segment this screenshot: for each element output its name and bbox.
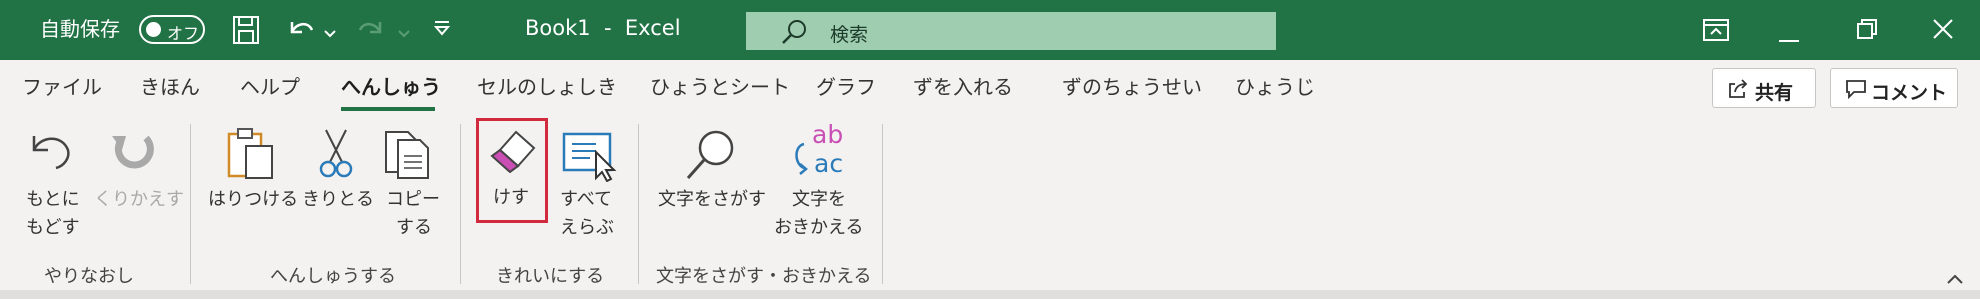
undo-dropdown-icon[interactable] (324, 24, 336, 43)
undo-icon[interactable] (284, 14, 316, 48)
ribbon-tab-row: ファイル きほん ヘルプ へんしゅう セルのしょしき ひょうとシート グラフ ず… (0, 60, 1980, 118)
share-icon (1727, 79, 1749, 103)
magnifier-icon (682, 128, 738, 186)
redo-button: くりかえす (94, 118, 184, 248)
autosave-toggle[interactable]: オフ (139, 15, 205, 44)
autosave-state: オフ (167, 24, 200, 43)
paste-label: はりつける (208, 189, 299, 210)
copy-label-1: コピー (386, 189, 440, 210)
replace-label-1: 文字を (792, 189, 846, 210)
tab-home[interactable]: きほん (140, 77, 200, 97)
select-all-label-1: すべて (560, 189, 613, 210)
search-icon (780, 19, 808, 49)
select-all-label-2: えらぶ (560, 217, 614, 238)
tab-insert-shape[interactable]: ずを入れる (913, 77, 1013, 97)
group-label-clean: きれいにする (496, 266, 605, 287)
autosave-label: 自動保存 (40, 17, 120, 41)
undo-button[interactable]: もとに もどす (14, 118, 88, 248)
group-separator (190, 124, 191, 284)
tab-edit[interactable]: へんしゅう (341, 77, 441, 97)
replace-icon-text-top: ab (812, 120, 844, 149)
tab-file[interactable]: ファイル (22, 77, 102, 97)
paste-button[interactable]: はりつける (208, 118, 298, 248)
tab-chart[interactable]: グラフ (816, 77, 876, 97)
cut-label: きりとる (302, 189, 374, 210)
restore-icon[interactable] (1856, 18, 1878, 44)
group-separator (460, 124, 461, 284)
replace-label-2: おきかえる (774, 217, 864, 238)
collapse-ribbon-icon[interactable] (1946, 270, 1964, 289)
select-all-icon (562, 132, 618, 186)
undo-label-2: もどす (26, 217, 80, 238)
replace-icon-text-bottom: ac (814, 149, 844, 178)
toggle-knob (146, 22, 161, 37)
group-separator (882, 124, 883, 284)
comment-label: コメント (1871, 82, 1948, 104)
ribbon-bottom-edge (0, 290, 1980, 299)
undo-large-icon (26, 128, 74, 180)
tab-help[interactable]: ヘルプ (240, 77, 300, 97)
copy-icon (382, 128, 434, 184)
cut-button[interactable]: きりとる (302, 118, 374, 248)
redo-large-icon (106, 128, 158, 182)
replace-button[interactable]: ab ac 文字を おきかえる (774, 118, 868, 248)
group-label-edit: へんしゅうする (270, 266, 396, 287)
save-icon[interactable] (232, 15, 260, 49)
undo-label-1: もとに (26, 189, 80, 210)
search-box[interactable]: 検索 (746, 12, 1276, 50)
find-label: 文字をさがす (658, 189, 766, 210)
share-button[interactable]: 共有 (1712, 68, 1816, 108)
find-button[interactable]: 文字をさがす (656, 118, 770, 248)
tab-cell-format[interactable]: セルのしょしき (477, 77, 617, 97)
tab-table-sheet[interactable]: ひょうとシート (650, 77, 790, 97)
scissors-icon (318, 128, 354, 184)
document-title: Book1 - Excel (525, 16, 681, 40)
comment-button[interactable]: コメント (1830, 68, 1958, 108)
redo-dropdown-icon (398, 24, 410, 43)
copy-label-2: する (396, 217, 432, 238)
redo-icon (356, 14, 388, 48)
close-icon[interactable] (1932, 18, 1954, 44)
share-label: 共有 (1755, 82, 1794, 104)
clear-button-highlight (476, 118, 548, 223)
select-all-button[interactable]: すべて えらぶ (552, 118, 624, 248)
replace-icon: ab ac (790, 120, 856, 180)
ribbon-display-options-icon[interactable] (1702, 17, 1730, 47)
group-separator (638, 124, 639, 284)
title-bar: 自動保存 オフ Book1 - Excel 検索 (0, 0, 1980, 60)
clipboard-icon (226, 126, 276, 184)
minimize-icon[interactable] (1778, 28, 1800, 47)
group-label-undo: やりなおし (44, 266, 134, 287)
customize-toolbar-icon[interactable] (433, 20, 451, 42)
group-label-find-replace: 文字をさがす・おきかえる (656, 266, 872, 287)
tab-shape-adjust[interactable]: ずのちょうせい (1062, 77, 1202, 97)
active-tab-indicator (341, 107, 435, 111)
redo-label: くりかえす (94, 189, 184, 210)
search-placeholder: 検索 (830, 24, 869, 46)
tab-view[interactable]: ひょうじ (1235, 77, 1315, 97)
comment-icon (1845, 79, 1867, 103)
copy-button[interactable]: コピー する (376, 118, 446, 248)
ribbon-panel: もとに もどす くりかえす やりなおし はりつける きりとる コピー する へん… (0, 118, 1980, 299)
